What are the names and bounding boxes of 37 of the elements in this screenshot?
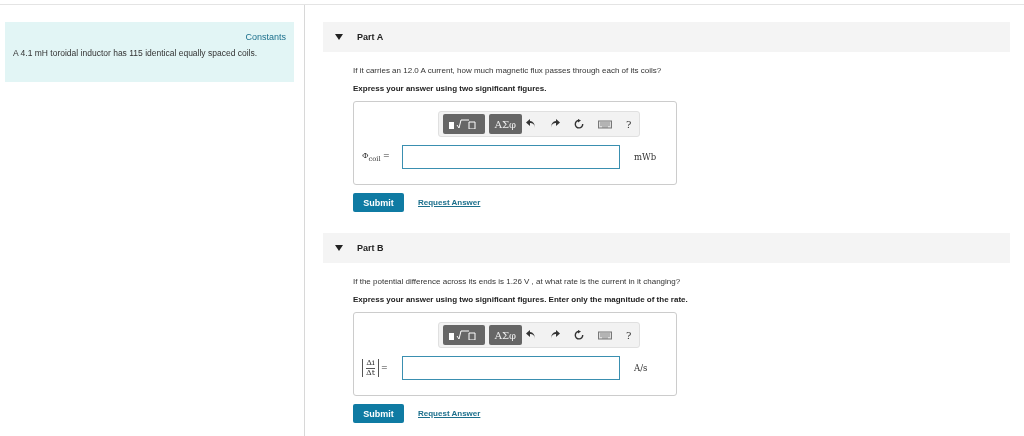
redo-icon[interactable] bbox=[549, 330, 560, 340]
reset-icon[interactable] bbox=[573, 330, 584, 340]
request-answer-link[interactable]: Request Answer bbox=[418, 409, 481, 418]
part-header[interactable]: Part A bbox=[323, 22, 1010, 52]
part-title: Part B bbox=[357, 243, 384, 253]
part-header[interactable]: Part B bbox=[323, 233, 1010, 263]
problem-text: A 4.1 mH toroidal inductor has 115 identical equally spaced coils. bbox=[13, 48, 258, 60]
symbols-button[interactable]: ΑΣφ bbox=[488, 114, 522, 134]
symbols-button[interactable]: ΑΣφ bbox=[488, 325, 522, 345]
template-icon bbox=[448, 330, 479, 340]
help-button[interactable]: ? bbox=[625, 329, 632, 341]
help-button[interactable]: ? bbox=[625, 118, 632, 130]
keyboard-icon[interactable] bbox=[597, 119, 612, 129]
templates-button[interactable] bbox=[442, 114, 485, 134]
undo-icon[interactable] bbox=[525, 119, 536, 129]
equals-sign: = bbox=[381, 363, 388, 373]
answer-field[interactable] bbox=[402, 145, 620, 169]
templates-button[interactable] bbox=[442, 325, 485, 345]
submit-button[interactable]: Submit bbox=[353, 404, 404, 423]
answer-field[interactable] bbox=[402, 356, 620, 380]
question-text: If it carries an 12.0 A current, how much magnetic flux passes through each of its coils? bbox=[353, 66, 663, 75]
unit-label: mWb bbox=[634, 152, 657, 162]
instruction-text: Express your answer using two significant figures. bbox=[353, 84, 548, 93]
question-text: If the potential difference across its ends is 1.26 V , at what rate is the current in it changing? bbox=[353, 277, 682, 286]
fraction-label: Δi Δt bbox=[362, 358, 379, 378]
instruction-text: Express your answer using two significant figures. Enter only the magnitude of the rate. bbox=[353, 295, 689, 304]
keyboard-icon[interactable] bbox=[597, 330, 612, 340]
reset-icon[interactable] bbox=[573, 119, 584, 129]
constants-link[interactable]: Constants bbox=[245, 32, 286, 42]
unit-label: A/s bbox=[634, 363, 648, 373]
variable-label: Φ$_{coil}$ = bbox=[362, 151, 391, 163]
template-icon bbox=[448, 119, 479, 129]
undo-icon[interactable] bbox=[525, 330, 536, 340]
request-answer-link[interactable]: Request Answer bbox=[418, 198, 481, 207]
redo-icon[interactable] bbox=[549, 119, 560, 129]
submit-button[interactable]: Submit bbox=[353, 193, 404, 212]
part-title: Part A bbox=[357, 32, 384, 42]
